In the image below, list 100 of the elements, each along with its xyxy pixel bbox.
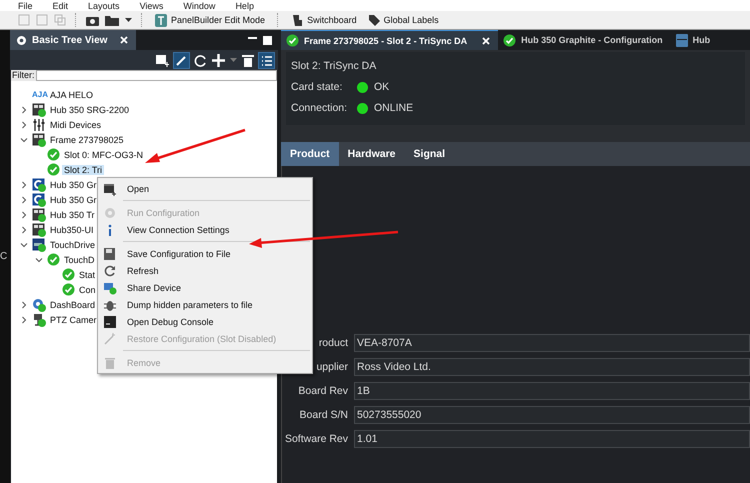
document-tab[interactable]: Frame 273798025 - Slot 2 - TriSync DA [281,30,498,50]
panel-title: Basic Tree View [32,34,108,46]
camera-icon[interactable] [86,14,99,26]
menu-item[interactable]: Refresh [98,262,312,279]
share-icon [103,280,117,294]
chevron-down-icon[interactable] [20,136,28,144]
menu-item[interactable]: Save Configuration to File [98,245,312,262]
tree-item[interactable]: Hub 350 Gr [48,194,99,204]
device-status-icon [32,178,46,192]
tree-item[interactable]: Frame 273798025 [48,134,126,144]
chevron-right-icon[interactable] [20,300,28,308]
chevron-right-icon[interactable] [20,316,28,324]
caret-icon[interactable] [125,18,132,22]
status-value: ONLINE [374,102,414,114]
wand-icon[interactable] [174,52,189,68]
chevron-right-icon[interactable] [20,196,28,204]
menu-item[interactable]: Layouts [88,0,120,10]
brand-logo: AJA [32,90,46,99]
status-dot [357,82,368,92]
global-labels-button[interactable]: Global Labels [366,14,442,26]
tree-item[interactable]: Midi Devices [48,120,104,130]
device-status-icon [32,238,46,252]
status-ok-icon [47,148,60,161]
menu-item[interactable]: Window [183,0,216,10]
tree-item[interactable]: TouchDrive [48,240,98,250]
menu-item[interactable]: View Connection Settings [98,221,312,238]
field-value[interactable]: 1.01 [354,430,750,448]
field-value[interactable]: 1B [354,382,750,400]
field-label: Board Rev [297,385,348,397]
console-icon [103,314,117,328]
trash-icon[interactable] [242,54,254,66]
plus-icon[interactable] [212,54,225,66]
tree-item[interactable]: Con [77,284,98,294]
device-status-icon [32,132,46,146]
menu-item[interactable]: Open Debug Console [98,313,312,330]
list-icon[interactable] [259,52,274,68]
chevron-right-icon[interactable] [20,180,28,188]
device-status-icon [32,208,46,222]
panel-icon [155,14,167,26]
panel-tab[interactable]: Basic Tree View [10,30,136,50]
status-ok-icon [62,283,75,296]
content-tab[interactable]: Signal [404,142,454,166]
tag-icon [368,14,380,26]
menu-item[interactable]: Share Device [98,279,312,296]
field-label: roduct [318,337,348,349]
wand-icon [103,332,117,346]
status-value: OK [374,81,390,93]
trash-icon [103,356,117,370]
tree-item[interactable]: AJA HELO [48,90,96,100]
tree-item[interactable]: Slot 0: MFC-OG3-N [62,150,146,160]
chevron-right-icon[interactable] [20,106,28,114]
device-icon [676,34,688,46]
chevron-down-icon[interactable] [35,256,43,264]
tree-item[interactable]: Slot 2: Tri [62,164,104,174]
status-ok-icon [62,268,75,281]
menu-item[interactable]: Open [98,180,312,197]
tree-item[interactable]: Hub350-UI [48,224,96,234]
tree-item[interactable]: Hub 350 SRG-2200 [48,104,132,114]
menu-item[interactable]: Dump hidden parameters to file [98,296,312,313]
field-value[interactable]: 50273555020 [354,406,750,424]
device-status-icon [32,102,46,116]
sliders-icon [32,118,46,132]
tree-item[interactable]: Hub 350 Gr [48,180,99,190]
status-dot [357,102,368,114]
strip-label: C [0,251,8,262]
filter-field[interactable] [36,70,277,81]
menu-item[interactable]: Help [235,0,254,10]
device-status-icon [32,222,46,236]
status-ok-icon [47,253,60,266]
maximize-icon[interactable] [263,36,272,44]
refresh-icon[interactable] [194,54,207,66]
open-icon [103,182,117,196]
tree-item[interactable]: TouchD [62,254,97,264]
chevron-down-icon[interactable] [20,240,28,248]
tree-item[interactable]: DashBoard [48,300,98,310]
folder-icon[interactable] [105,14,119,26]
chevron-right-icon[interactable] [20,120,28,128]
menu-item[interactable]: Views [140,0,164,10]
field-label: Card state: [291,81,344,93]
chevron-right-icon[interactable] [20,226,28,234]
field-label: Board S/N [298,409,348,421]
new-window-icon[interactable] [156,54,169,66]
refresh-icon [103,264,117,278]
device-status-icon [32,192,46,206]
field-label: upplier [315,361,348,373]
menu-item[interactable]: File [18,0,33,10]
tree-item[interactable]: Stat [77,270,98,280]
field-value[interactable]: VEA-8707A [354,334,750,352]
chevron-right-icon[interactable] [20,210,28,218]
content-tab[interactable]: Product [281,142,339,166]
save-icon [103,246,117,260]
field-value[interactable]: Ross Video Ltd. [354,358,750,376]
switchboard-button[interactable]: Switchboard [288,14,360,26]
panelbuilder-edit-mode-button[interactable]: PanelBuilder Edit Mode [152,14,268,26]
tree-item[interactable]: Hub 350 Tr [48,210,97,220]
tree-item[interactable]: PTZ Camer [48,314,99,324]
field-label: Connection: [291,102,348,114]
content-tab[interactable]: Hardware [338,142,405,166]
slot-title: Slot 2: TriSync DA [291,60,378,72]
menu-item[interactable]: Edit [52,0,68,10]
